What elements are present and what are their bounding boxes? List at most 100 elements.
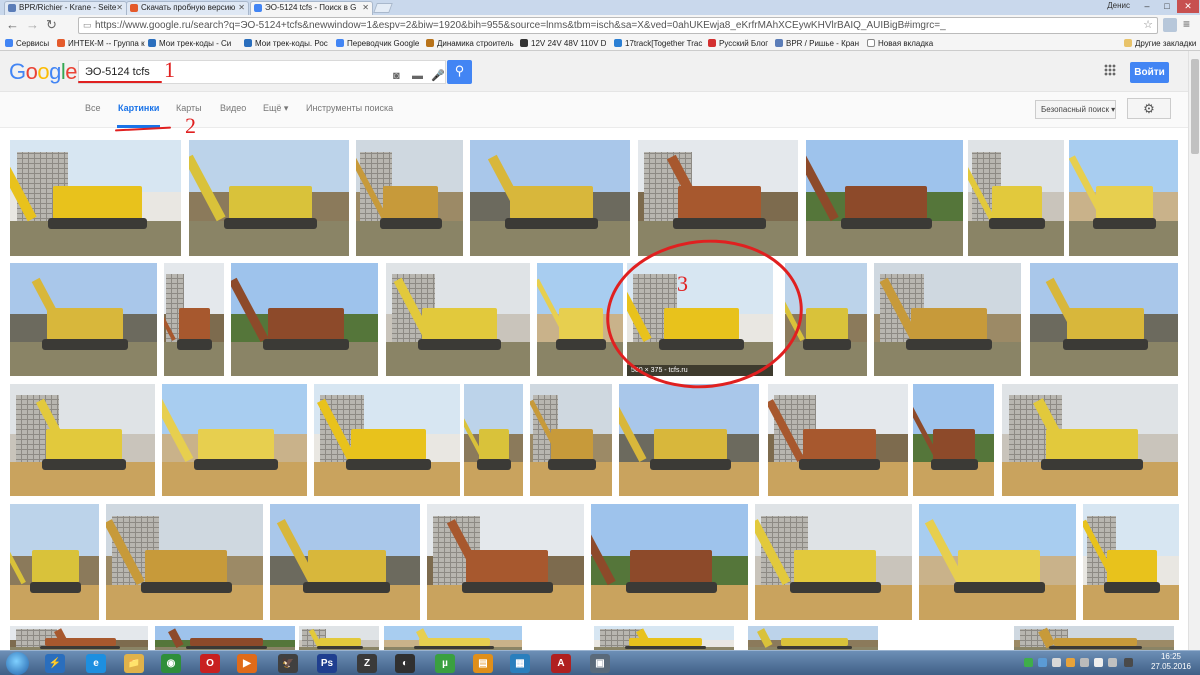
forward-arrow-icon[interactable]: →	[26, 18, 39, 32]
image-result-thumbnail[interactable]	[155, 626, 295, 650]
app-icon[interactable]: Z	[357, 654, 377, 673]
power-icon[interactable]	[1108, 658, 1117, 667]
close-window-button[interactable]: ✕	[1177, 0, 1199, 13]
image-result-thumbnail[interactable]	[10, 504, 99, 620]
image-result-thumbnail[interactable]	[594, 626, 734, 650]
scrollbar-thumb[interactable]	[1191, 59, 1199, 154]
image-result-thumbnail[interactable]	[10, 263, 157, 376]
acrobat-icon[interactable]: A	[551, 654, 571, 673]
image-result-thumbnail[interactable]	[913, 384, 994, 496]
app-icon[interactable]: 🦅	[278, 654, 298, 673]
image-result-thumbnail[interactable]	[919, 504, 1076, 620]
keyboard-icon[interactable]: ▬	[412, 65, 423, 87]
bookmark-services[interactable]: Сервисы	[5, 38, 49, 49]
image-result-thumbnail[interactable]	[299, 626, 379, 650]
close-tab-icon[interactable]: ✕	[362, 2, 369, 14]
image-result-thumbnail[interactable]	[231, 263, 378, 376]
tray-app-icon[interactable]	[1038, 658, 1047, 667]
ie-icon[interactable]: e	[86, 654, 106, 673]
search-button[interactable]: ⚲	[447, 60, 472, 84]
other-bookmarks[interactable]: Другие закладки	[1124, 38, 1196, 49]
image-result-thumbnail[interactable]	[189, 140, 349, 256]
chrome-icon[interactable]: ◉	[161, 654, 181, 673]
address-bar[interactable]: ▭ https://www.google.ru/search?q=ЭО-5124…	[78, 17, 1158, 34]
maximize-button[interactable]: □	[1157, 0, 1177, 13]
new-tab-button[interactable]	[373, 3, 393, 13]
close-tab-icon[interactable]: ✕	[238, 2, 245, 14]
image-result-thumbnail[interactable]	[270, 504, 420, 620]
image-result-thumbnail[interactable]	[106, 504, 263, 620]
image-result-thumbnail[interactable]	[530, 384, 612, 496]
bookmark-translate[interactable]: Переводчик Google	[336, 38, 419, 49]
google-apps-icon[interactable]	[1104, 64, 1116, 76]
bookmark-12v[interactable]: 12V 24V 48V 110V D	[520, 38, 606, 49]
image-result-thumbnail[interactable]	[748, 626, 878, 650]
utorrent-icon[interactable]: µ	[435, 654, 455, 673]
profile-name[interactable]: Денис	[1107, 1, 1130, 10]
browser-tab-3[interactable]: ЭО-5124 tcfs - Поиск в G ✕	[250, 1, 373, 15]
tab-all[interactable]: Все	[85, 103, 101, 113]
image-result-thumbnail[interactable]	[768, 384, 908, 496]
image-result-thumbnail[interactable]	[874, 263, 1021, 376]
start-button[interactable]	[6, 652, 29, 675]
explorer-folder-icon[interactable]: 📁	[124, 654, 144, 673]
sign-in-button[interactable]: Войти	[1130, 62, 1169, 83]
camera-icon[interactable]: ◙	[393, 65, 400, 87]
image-result-thumbnail[interactable]	[384, 626, 522, 650]
page-scrollbar[interactable]	[1188, 51, 1200, 650]
tab-search-tools[interactable]: Инструменты поиска	[306, 103, 393, 113]
app-icon[interactable]: ▤	[473, 654, 493, 673]
reload-icon[interactable]: ↻	[46, 18, 57, 32]
chrome-menu-icon[interactable]: ≡	[1183, 17, 1190, 31]
power-app-icon[interactable]: ⚡	[45, 654, 65, 673]
volume-icon[interactable]	[1094, 658, 1103, 667]
safesearch-dropdown[interactable]: Безопасный поиск ▾	[1035, 100, 1116, 119]
image-result-thumbnail[interactable]	[1069, 140, 1178, 256]
image-result-thumbnail[interactable]	[1030, 263, 1178, 376]
bookmark-new-tab[interactable]: Новая вкладка	[867, 38, 933, 49]
minimize-button[interactable]: –	[1137, 0, 1157, 13]
bookmark-bpr[interactable]: BPR / Ришье - Кран	[775, 38, 859, 49]
image-result-thumbnail[interactable]	[164, 263, 224, 376]
app-icon[interactable]: ▣	[590, 654, 610, 673]
bookmark-blog[interactable]: Русский Блог	[708, 38, 768, 49]
photoshop-icon[interactable]: Ps	[317, 654, 337, 673]
image-result-thumbnail[interactable]	[314, 384, 460, 496]
flag-icon[interactable]	[1124, 658, 1133, 667]
extension-icon[interactable]	[1163, 18, 1177, 32]
tab-video[interactable]: Видео	[220, 103, 246, 113]
opera-icon[interactable]: O	[200, 654, 220, 673]
bookmark-dynamics[interactable]: Динамика строитель	[426, 38, 514, 49]
network-icon[interactable]	[1080, 658, 1089, 667]
microphone-icon[interactable]: 🎤	[431, 65, 445, 87]
tray-app-icon[interactable]	[1052, 658, 1061, 667]
tab-images[interactable]: Картинки	[118, 103, 159, 113]
page-info-icon[interactable]: ▭	[83, 18, 92, 33]
bookmark-track-2[interactable]: Мои трек-коды. Рос	[244, 38, 328, 49]
tab-more[interactable]: Ещё ▾	[263, 103, 288, 114]
image-result-thumbnail[interactable]	[162, 384, 307, 496]
image-result-thumbnail[interactable]	[806, 140, 963, 256]
bookmark-intek[interactable]: ИНТЕК-М -- Группа к	[57, 38, 145, 49]
image-result-thumbnail[interactable]	[1083, 504, 1179, 620]
media-player-icon[interactable]: ▶	[237, 654, 257, 673]
tray-app-icon[interactable]	[1024, 658, 1033, 667]
bookmark-track-1[interactable]: Мои трек-коды - Си	[148, 38, 231, 49]
back-arrow-icon[interactable]: ←	[6, 18, 19, 32]
google-logo[interactable]: Google	[9, 59, 78, 85]
app-icon[interactable]: ◐	[395, 654, 415, 673]
image-result-thumbnail[interactable]	[755, 504, 912, 620]
calculator-icon[interactable]: ▦	[510, 654, 530, 673]
image-result-thumbnail[interactable]	[591, 504, 748, 620]
image-result-thumbnail[interactable]	[10, 626, 148, 650]
image-result-thumbnail[interactable]	[10, 140, 181, 256]
clock[interactable]: 16:25 27.05.2016	[1147, 652, 1195, 672]
image-result-thumbnail[interactable]	[638, 140, 798, 256]
image-result-thumbnail[interactable]	[356, 140, 463, 256]
bookmark-17track[interactable]: 17track[Together Trac	[614, 38, 702, 49]
tray-app-icon[interactable]	[1066, 658, 1075, 667]
image-result-thumbnail[interactable]	[968, 140, 1064, 256]
image-result-thumbnail[interactable]	[619, 384, 759, 496]
browser-tab-2[interactable]: Скачать пробную версию ✕	[126, 1, 249, 15]
settings-button[interactable]: ⚙	[1127, 98, 1171, 119]
